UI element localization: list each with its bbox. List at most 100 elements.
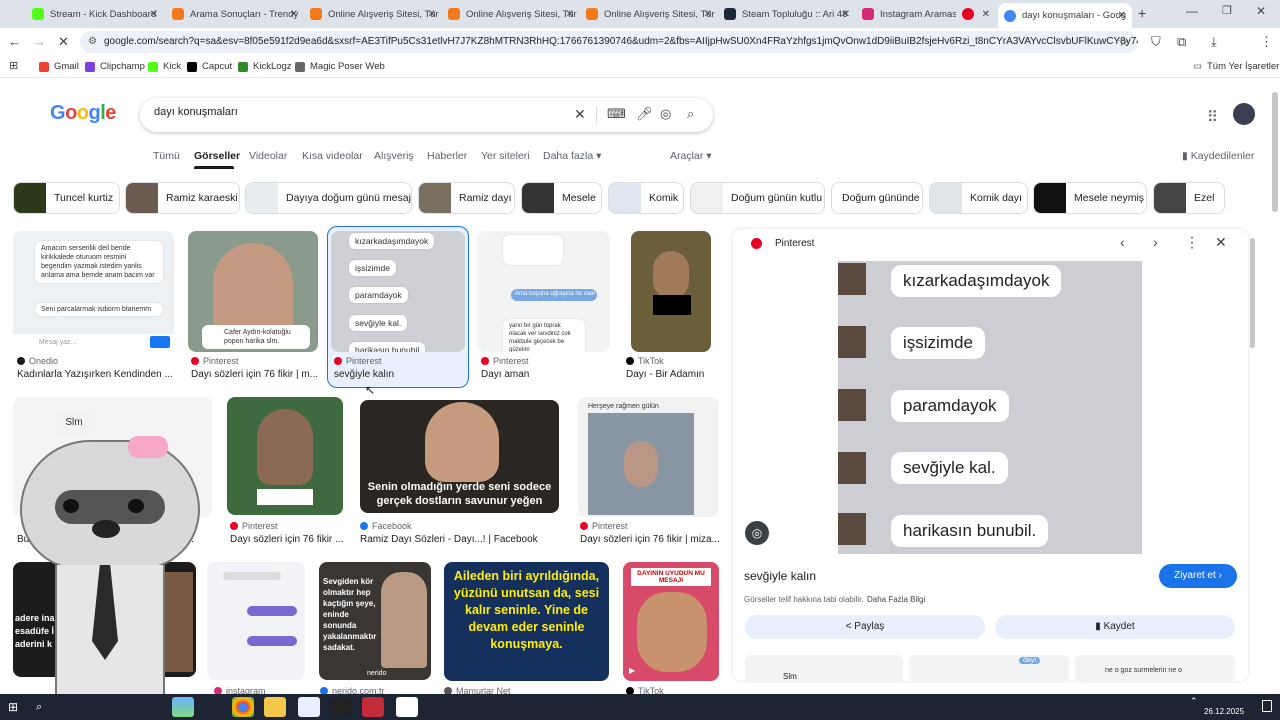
- back-icon[interactable]: ←: [8, 34, 21, 50]
- tab-news[interactable]: Haberler: [427, 150, 467, 162]
- bookmark-gmail[interactable]: Gmail: [39, 61, 79, 72]
- result-image-3[interactable]: kızarkadaşımdayok işsizimde paramdayok s…: [331, 231, 465, 352]
- shield-extension-icon[interactable]: ⛉: [1151, 34, 1161, 50]
- result-image-13[interactable]: Aileden biri ayrıldığında, yüzünü unutsa…: [444, 562, 609, 681]
- next-image-icon[interactable]: ›: [1153, 234, 1158, 250]
- chip-dogum-gunun-kutlu[interactable]: Doğum günün kutlu: [690, 182, 825, 214]
- result-caption[interactable]: Dayı sözleri için 76 fikir | m...: [191, 369, 319, 380]
- page-scrollbar[interactable]: [1272, 92, 1278, 212]
- tab-steam[interactable]: Steam Topluluğu :: Ari 48 ✕: [718, 3, 856, 25]
- more-info-link[interactable]: Daha Fazla Bilgi: [867, 595, 925, 604]
- result-image-7[interactable]: [227, 397, 343, 515]
- maximize-icon[interactable]: ❐: [1222, 4, 1232, 17]
- result-caption[interactable]: Dayı aman: [481, 369, 609, 380]
- result-image-14[interactable]: DAYININ UYUDUN MU MESAJI ▶: [623, 562, 719, 681]
- result-caption[interactable]: Ramiz Dayı Sözleri - Dayı...! | Facebook: [360, 534, 565, 545]
- app-icon[interactable]: [172, 697, 194, 717]
- close-tab-icon[interactable]: ✕: [982, 9, 990, 20]
- close-panel-icon[interactable]: ✕: [1215, 234, 1227, 251]
- lens-search-icon[interactable]: ◎: [745, 521, 769, 545]
- result-caption[interactable]: sevğiyle kalın: [334, 369, 464, 380]
- keyboard-icon[interactable]: ⌨: [607, 106, 626, 122]
- search-box[interactable]: ✕ ⌨ 🎤︎ ◎ ⌕: [140, 98, 713, 132]
- google-logo[interactable]: Google: [50, 102, 116, 125]
- result-image-11[interactable]: [207, 562, 305, 680]
- tools-button[interactable]: Araçlar ▾: [670, 150, 711, 162]
- bookmark-star-icon[interactable]: ☆: [1118, 34, 1130, 50]
- browser-menu-icon[interactable]: ⋮: [1260, 34, 1273, 50]
- minimize-icon[interactable]: —: [1186, 4, 1198, 18]
- all-bookmarks-folder[interactable]: ▭ Tüm Yer İşaretleri: [1193, 61, 1280, 72]
- chip-dayiya-dogum-gunu[interactable]: Dayıya doğum günü mesajı: [245, 182, 412, 214]
- download-icon[interactable]: ⤓: [1211, 34, 1217, 50]
- more-options-icon[interactable]: ⋮: [1185, 234, 1199, 251]
- tab-pinterest[interactable]: ✕: [956, 3, 996, 25]
- result-image-4[interactable]: Ama boşuna uğraşma ne vaar yarın bir gün…: [477, 231, 610, 352]
- chip-mesele[interactable]: Mesele: [521, 182, 602, 214]
- share-button[interactable]: < Paylaş: [745, 615, 985, 639]
- chip-ramiz-karaeski[interactable]: Ramiz karaeski: [125, 182, 240, 214]
- tab-images[interactable]: Görseller: [194, 150, 240, 162]
- close-tab-icon[interactable]: ✕: [1118, 10, 1126, 21]
- window-close-icon[interactable]: ✕: [1256, 4, 1266, 18]
- forward-icon[interactable]: →: [33, 34, 46, 50]
- visit-button[interactable]: Ziyaret et ›: [1159, 564, 1237, 588]
- tab-places[interactable]: Yer siteleri: [481, 150, 530, 162]
- panel-title[interactable]: sevğiyle kalın: [744, 569, 816, 583]
- tab-google-active[interactable]: dayı konuşmaları - Goog ✕: [998, 3, 1132, 28]
- apps-grid-icon[interactable]: ⊞: [9, 59, 18, 72]
- file-explorer-icon[interactable]: [264, 697, 286, 717]
- preview-image[interactable]: kızarkadaşımdayok işsizimde paramdayok s…: [838, 261, 1142, 554]
- result-image-8[interactable]: Senin olmadığın yerde seni sodece gerçek…: [360, 400, 559, 513]
- bookmark-kicklogz[interactable]: KickLogz: [238, 61, 292, 72]
- new-tab-icon[interactable]: +: [1138, 5, 1146, 21]
- bookmark-clipchamp[interactable]: Clipchamp: [85, 61, 145, 72]
- site-info-icon[interactable]: ⚙: [88, 31, 97, 53]
- taskbar-search-icon[interactable]: ⌕: [36, 701, 42, 714]
- tab-shopping[interactable]: Alışveriş: [374, 150, 414, 162]
- related-image[interactable]: ne o goz surmelerin ne o: [1075, 655, 1235, 681]
- close-tab-icon[interactable]: ✕: [150, 9, 158, 20]
- tab-all[interactable]: Tümü: [153, 150, 180, 162]
- close-tab-icon[interactable]: ✕: [566, 9, 574, 20]
- tab-more[interactable]: Daha fazla ▾: [543, 150, 601, 162]
- close-tab-icon[interactable]: ✕: [428, 9, 436, 20]
- extensions-icon[interactable]: ⧉: [1177, 34, 1186, 50]
- document-app-icon[interactable]: [298, 697, 320, 717]
- result-caption[interactable]: Dayı sözleri için 76 fikir ...: [230, 534, 350, 545]
- save-button[interactable]: ▮ Kaydet: [995, 615, 1235, 639]
- chip-dogum-gununde[interactable]: Doğum gününde: [831, 182, 923, 214]
- search-input[interactable]: [154, 106, 554, 118]
- result-image-5[interactable]: [631, 231, 711, 352]
- address-bar[interactable]: ⚙ google.com/search?q=sa&esv=8f05e591f2d…: [80, 31, 1138, 53]
- tab-trendyol-search[interactable]: Arama Sonuçları - Trendy ✕: [166, 3, 304, 25]
- result-image-12[interactable]: Sevgiden kör olmaktır hep kaçtığın şeye,…: [319, 562, 431, 680]
- bookmark-capcut[interactable]: Capcut: [187, 61, 232, 72]
- bookmark-magic-poser[interactable]: Magic Poser Web: [295, 61, 385, 72]
- panel-source-label[interactable]: Pinterest: [775, 238, 814, 249]
- related-image[interactable]: dayı: [909, 655, 1069, 681]
- tray-chevron-icon[interactable]: ⌃: [1190, 696, 1198, 707]
- notepad-icon[interactable]: [396, 697, 418, 717]
- notification-icon[interactable]: [1262, 700, 1272, 712]
- tab-trendyol-3[interactable]: Online Alışveriş Sitesi, Tür ✕: [580, 3, 718, 25]
- taskbar-date[interactable]: 26.12.2025: [1204, 707, 1244, 716]
- tab-trendyol-2[interactable]: Online Alışveriş Sitesi, Tür ✕: [442, 3, 580, 25]
- windows-start-icon[interactable]: ⊞: [8, 700, 18, 714]
- stop-loading-icon[interactable]: ✕: [58, 34, 69, 50]
- related-image[interactable]: Slm: [745, 655, 903, 681]
- chip-ezel[interactable]: Ezel: [1153, 182, 1225, 214]
- chip-ramiz-dayi[interactable]: Ramiz dayı: [418, 182, 515, 214]
- microphone-icon[interactable]: 🎤︎: [636, 106, 653, 122]
- close-tab-icon[interactable]: ✕: [290, 9, 298, 20]
- search-icon[interactable]: ⌕: [687, 106, 694, 122]
- result-caption[interactable]: Dayı sözleri için 76 fikir | miza...: [580, 534, 720, 545]
- chrome-icon[interactable]: [232, 697, 254, 717]
- chip-komik[interactable]: Komik: [608, 182, 684, 214]
- close-tab-icon[interactable]: ✕: [842, 9, 850, 20]
- tab-videos[interactable]: Videolar: [249, 150, 287, 162]
- tab-trendyol-1[interactable]: Online Alışveriş Sitesi, Tür ✕: [304, 3, 442, 25]
- bookmark-kick[interactable]: Kick: [148, 61, 181, 72]
- tab-instagram[interactable]: Instagram Araması: [856, 3, 956, 25]
- tab-kick[interactable]: Stream - Kick Dashboard ✕: [26, 3, 164, 25]
